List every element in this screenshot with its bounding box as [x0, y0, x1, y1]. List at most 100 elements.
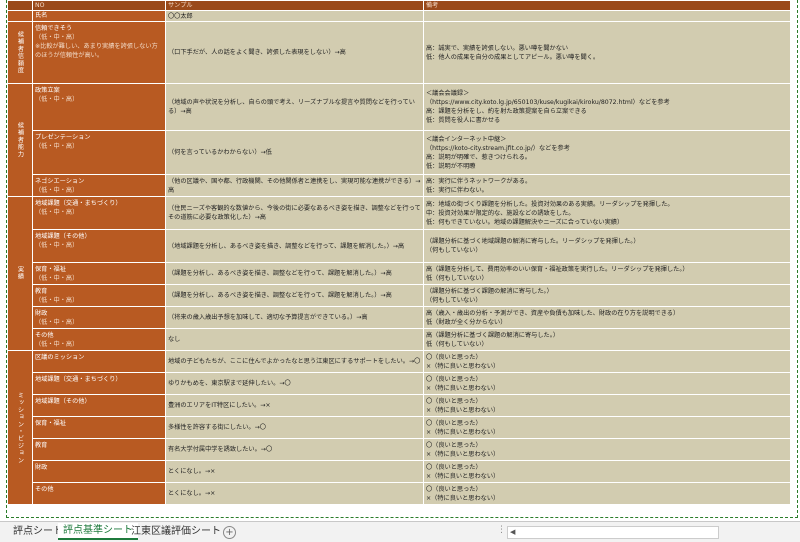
remarks-cell[interactable]: 高（課題を分析して、費用効率のいい保育・福祉政策を実行した。リーダシップを発揮し… — [423, 262, 791, 285]
item-cell[interactable]: 地域課題（交通・まちづくり） （低・中・高） — [32, 196, 166, 230]
sample-cell[interactable]: とくになし。→× — [165, 482, 424, 505]
item-cell[interactable]: その他 — [32, 482, 166, 505]
item-scale: （低・中・高） — [35, 187, 79, 194]
sample-cell[interactable]: 地域の子どもたちが、ここに住んでよかったなと思う江東区にするサポートをしたい。→… — [165, 350, 424, 373]
item-cell[interactable]: 保育・福祉 （低・中・高） — [32, 262, 166, 285]
remarks-line: （課題分析に基づく課題の解消に寄与した。） — [426, 287, 553, 295]
item-scale: （低・中・高） — [35, 341, 79, 348]
item-cell[interactable]: ネゴシエーション （低・中・高） — [32, 174, 166, 197]
item-scale: （低・中・高） — [35, 34, 79, 41]
header-blank-cell[interactable] — [7, 0, 33, 11]
name-remarks-cell[interactable] — [423, 10, 791, 22]
item-cell[interactable]: 財政 （低・中・高） — [32, 306, 166, 329]
sample-cell[interactable]: （課題を分析し、あるべき姿を描き、調整などを行って、課題を解消した。）→高 — [165, 262, 424, 285]
category-cell-candidate[interactable]: 候補者信頼度 — [7, 21, 33, 84]
criteria-table: NO サンプル 備考 氏名 〇〇太郎 候補者信頼度 信頼できそう （低・中・高） ※比… — [7, 0, 791, 505]
scroll-left-icon[interactable]: ◀ — [510, 527, 515, 538]
sample-cell[interactable]: ゆりかもめを、東京駅まで延伸したい。→〇 — [165, 372, 424, 395]
tab-koto-evaluation-sheet[interactable]: 江東区議評価シート — [126, 524, 226, 539]
remarks-cell[interactable]: （課題分析に基づく地域課題の解消に寄与した。リーダシップを発揮した。） （何もして… — [423, 229, 791, 263]
item-cell[interactable]: 財政 — [32, 460, 166, 483]
item-cell[interactable]: 教育 — [32, 438, 166, 461]
remarks-cell[interactable]: 高：実行に伴うネットワークがある。 低：実行に伴わない。 — [423, 174, 791, 197]
remarks-line: 〇（良いと思った） — [426, 353, 482, 361]
sample-cell[interactable]: 多様性を許容する街にしたい。→〇 — [165, 416, 424, 439]
table-row: 地域課題（その他） 豊洲のエリアをIT特区にしたい。→× 〇（良いと思った） ×（特に… — [8, 394, 791, 417]
sample-cell[interactable]: （何を言っているかわからない）→低 — [165, 130, 424, 175]
item-cell[interactable]: 保育・福祉 — [32, 416, 166, 439]
horizontal-scrollbar[interactable]: ◀ — [507, 526, 719, 539]
item-scale: （低・中・高） — [35, 143, 79, 150]
name-label[interactable]: 氏名 — [32, 10, 166, 22]
sample-cell[interactable]: 豊洲のエリアをIT特区にしたい。→× — [165, 394, 424, 417]
remarks-line: 高：説明が明確で、惹きつけられる。 — [426, 153, 531, 161]
table-row: ミッション・ビジョン 区議のミッション 地域の子どもたちが、ここに住んでよかったなと… — [7, 350, 791, 505]
sample-cell[interactable]: （将来の歳入歳出予想を加味して、適切な予算提言ができている。）→高 — [165, 306, 424, 329]
remarks-cell[interactable]: 〇（良いと思った） ×（特に良いと思わない） — [423, 460, 791, 483]
sample-cell[interactable]: なし — [165, 328, 424, 351]
sample-cell[interactable]: （地域の声や状況を分析し、自らの頭で考え、リーズナブルな提言や質問などを行ってい… — [165, 83, 424, 131]
remarks-line: ×（特に良いと思わない） — [426, 406, 500, 414]
remarks-cell[interactable]: 高（歳入・歳出の分析・予測ができ、資産や負債も加味した、財政の在り方を説明できる… — [423, 306, 791, 329]
remarks-cell[interactable]: 高（課題分析に基づく課題の解消に寄与した。） 低（何もしていない） — [423, 328, 791, 351]
sample-cell[interactable]: （口下手だが、人の話をよく聞き、誇張した表現をしない）→高 — [165, 21, 424, 84]
item-cell[interactable]: 信頼できそう （低・中・高） ※比較が難しい、あまり実績を誇張しない方のほうが信頼性… — [32, 21, 166, 84]
item-name: プレゼンテーション — [35, 134, 91, 141]
category-label: ミッション・ビジョン — [16, 391, 24, 464]
item-name: 保育・福祉 — [35, 266, 66, 273]
header-sample[interactable]: サンプル — [165, 0, 424, 11]
category-cell-mission[interactable]: ミッション・ビジョン — [7, 350, 33, 505]
remarks-cell[interactable]: 高：誠実で、実績を誇張しない。悪い噂を聞かない 低：他人の成果を自分の成果としてア… — [423, 21, 791, 84]
remarks-cell[interactable]: ＜議会インターネット中継＞ （https://koto-city.stream.j… — [423, 130, 791, 175]
remarks-line: 低（何もしていない） — [426, 340, 488, 348]
remarks-line: 高：実行に伴うネットワークがある。 — [426, 177, 532, 185]
item-name: その他 — [35, 332, 54, 339]
remarks-line: （何もしていない） — [426, 247, 482, 254]
more-options-icon[interactable]: ⋮ — [497, 525, 506, 535]
table-row: 候補者能力 政策立案 （低・中・高） （地域の声や状況を分析し、自らの頭で考え、リーズ… — [7, 83, 791, 197]
header-remarks[interactable]: 備考 — [423, 0, 791, 11]
remarks-line: 高（課題を分析して、費用効率のいい保育・福祉政策を実行した。リーダシップを発揮し… — [426, 265, 689, 273]
add-sheet-icon[interactable]: + — [223, 526, 236, 539]
category-cell-ability[interactable]: 候補者能力 — [7, 83, 33, 197]
category-label: 候補者信頼度 — [16, 30, 24, 75]
item-scale: （低・中・高） — [35, 96, 79, 103]
item-cell[interactable]: 政策立案 （低・中・高） — [32, 83, 166, 131]
name-value[interactable]: 〇〇太郎 — [165, 10, 424, 22]
remarks-cell[interactable]: 〇（良いと思った） ×（特に良いと思わない） — [423, 350, 791, 373]
item-cell[interactable]: 地域課題（交通・まちづくり） — [32, 372, 166, 395]
sample-cell[interactable]: （住民ニーズや客観的な数値から、今後の街に必要なあるべき姿を描き、調整などを行っ… — [165, 196, 424, 230]
sample-cell[interactable]: 有名大学付属中学を誘致したい。→〇 — [165, 438, 424, 461]
item-note: ※比較が難しい、あまり実績を誇張しない方のほうが信頼性が高い。 — [35, 43, 158, 59]
remarks-line: 低：何もできていない。地域の課題解決やニーズに合っていない実績） — [426, 218, 624, 226]
item-cell[interactable]: 区議のミッション — [32, 350, 166, 373]
remarks-cell[interactable]: 〇（良いと思った） ×（特に良いと思わない） — [423, 416, 791, 439]
item-cell[interactable]: 教育 （低・中・高） — [32, 284, 166, 307]
sample-cell[interactable]: （課題を分析し、あるべき姿を描き、調整などを行って、課題を解消した。）→高 — [165, 284, 424, 307]
item-name: 教育 — [35, 288, 48, 295]
remarks-cell[interactable]: 〇（良いと思った） ×（特に良いと思わない） — [423, 394, 791, 417]
remarks-cell[interactable]: 〇（良いと思った） ×（特に良いと思わない） — [423, 482, 791, 505]
remarks-line: （何もしていない） — [426, 296, 482, 304]
remarks-cell[interactable]: 〇（良いと思った） ×（特に良いと思わない） — [423, 372, 791, 395]
remarks-cell[interactable]: ＜議会会議録＞ （https://www.city.koto.lg.jp/6501… — [423, 83, 791, 131]
item-cell[interactable]: プレゼンテーション （低・中・高） — [32, 130, 166, 175]
sample-cell[interactable]: （地域課題を分析し、あるべき姿を描き、調整などを行って、課題を解消した。）→高 — [165, 229, 424, 263]
sample-cell[interactable]: （他の区議や、国や都、行政機関、その他関係者と連携をし、実現可能な連携ができる）… — [165, 174, 424, 197]
table-row: 地域課題（交通・まちづくり） ゆりかもめを、東京駅まで延伸したい。→〇 〇（良いと思… — [8, 372, 791, 395]
category-cell-achievement[interactable]: 実績 — [7, 196, 33, 351]
remarks-cell[interactable]: 高：地域の街づくり課題を分析した。投資対効果のある実績。リーダシップを発揮した。… — [423, 196, 791, 230]
item-cell[interactable]: 地域課題（その他） — [32, 394, 166, 417]
item-name: 地域課題（その他） — [35, 398, 91, 405]
remarks-cell[interactable]: （課題分析に基づく課題の解消に寄与した。） （何もしていない） — [423, 284, 791, 307]
item-name: 教育 — [35, 442, 48, 449]
header-no[interactable]: NO — [32, 0, 166, 11]
sample-cell[interactable]: とくになし。→× — [165, 460, 424, 483]
item-cell[interactable]: その他 （低・中・高） — [32, 328, 166, 351]
item-cell[interactable]: 地域課題（その他） （低・中・高） — [32, 229, 166, 263]
remarks-line: 高：課題を分析をし、約を射た政策提案を自ら立案できる — [426, 108, 587, 115]
table-row: 教育 有名大学付属中学を誘致したい。→〇 〇（良いと思った） ×（特に良いと思わない） — [8, 438, 791, 461]
item-name: その他 — [35, 486, 54, 493]
name-blank-cell[interactable] — [7, 10, 33, 22]
remarks-cell[interactable]: 〇（良いと思った） ×（特に良いと思わない） — [423, 438, 791, 461]
